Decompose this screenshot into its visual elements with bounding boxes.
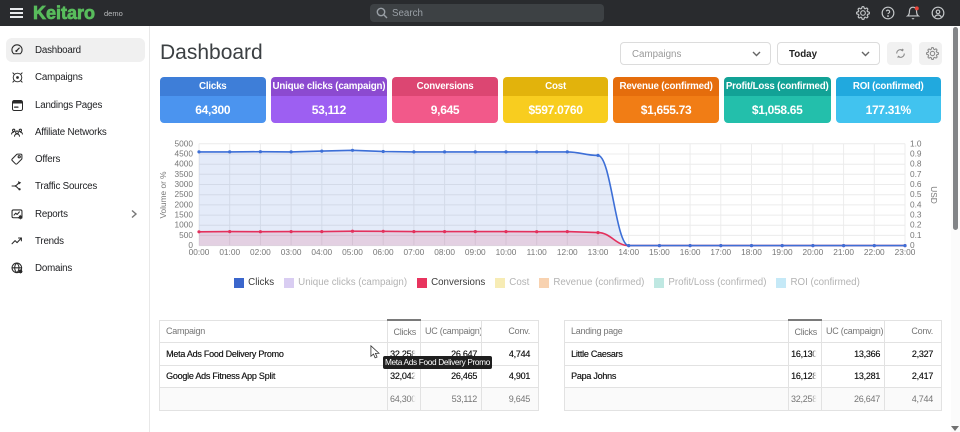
svg-text:13:00: 13:00 (588, 247, 609, 257)
svg-text:17:00: 17:00 (710, 247, 731, 257)
svg-text:19:00: 19:00 (772, 247, 793, 257)
svg-text:0.6: 0.6 (910, 179, 922, 189)
svg-text:0.5: 0.5 (910, 189, 922, 199)
svg-text:Volume or %: Volume or % (158, 171, 168, 219)
svg-text:07:00: 07:00 (404, 247, 425, 257)
svg-text:0.4: 0.4 (910, 199, 922, 209)
svg-text:16:00: 16:00 (680, 247, 701, 257)
svg-text:USD: USD (929, 186, 939, 204)
svg-text:3000: 3000 (175, 179, 194, 189)
svg-text:22:00: 22:00 (864, 247, 885, 257)
svg-text:3500: 3500 (175, 169, 194, 179)
svg-text:4500: 4500 (175, 149, 194, 159)
svg-text:18:00: 18:00 (741, 247, 762, 257)
svg-text:1000: 1000 (175, 220, 194, 230)
svg-text:23:00: 23:00 (895, 247, 916, 257)
svg-text:1.0: 1.0 (910, 138, 922, 148)
svg-text:01:00: 01:00 (219, 247, 240, 257)
svg-text:4000: 4000 (175, 159, 194, 169)
svg-text:2000: 2000 (175, 199, 194, 209)
svg-text:20:00: 20:00 (803, 247, 824, 257)
svg-text:06:00: 06:00 (373, 247, 394, 257)
svg-text:0.2: 0.2 (910, 220, 922, 230)
svg-text:09:00: 09:00 (465, 247, 486, 257)
svg-text:21:00: 21:00 (833, 247, 854, 257)
svg-text:500: 500 (179, 230, 193, 240)
svg-text:05:00: 05:00 (342, 247, 363, 257)
svg-text:0.3: 0.3 (910, 210, 922, 220)
svg-text:03:00: 03:00 (281, 247, 302, 257)
svg-text:0.7: 0.7 (910, 169, 922, 179)
svg-text:12:00: 12:00 (557, 247, 578, 257)
svg-text:08:00: 08:00 (434, 247, 455, 257)
svg-text:0.9: 0.9 (910, 149, 922, 159)
svg-text:0.1: 0.1 (910, 230, 922, 240)
svg-text:2500: 2500 (175, 189, 194, 199)
svg-text:1500: 1500 (175, 210, 194, 220)
svg-text:5000: 5000 (175, 138, 194, 148)
svg-text:14:00: 14:00 (618, 247, 639, 257)
svg-text:04:00: 04:00 (311, 247, 332, 257)
svg-text:02:00: 02:00 (250, 247, 271, 257)
svg-text:11:00: 11:00 (527, 247, 548, 257)
svg-text:0.8: 0.8 (910, 159, 922, 169)
svg-text:15:00: 15:00 (649, 247, 670, 257)
svg-text:00:00: 00:00 (189, 247, 210, 257)
svg-text:10:00: 10:00 (496, 247, 517, 257)
